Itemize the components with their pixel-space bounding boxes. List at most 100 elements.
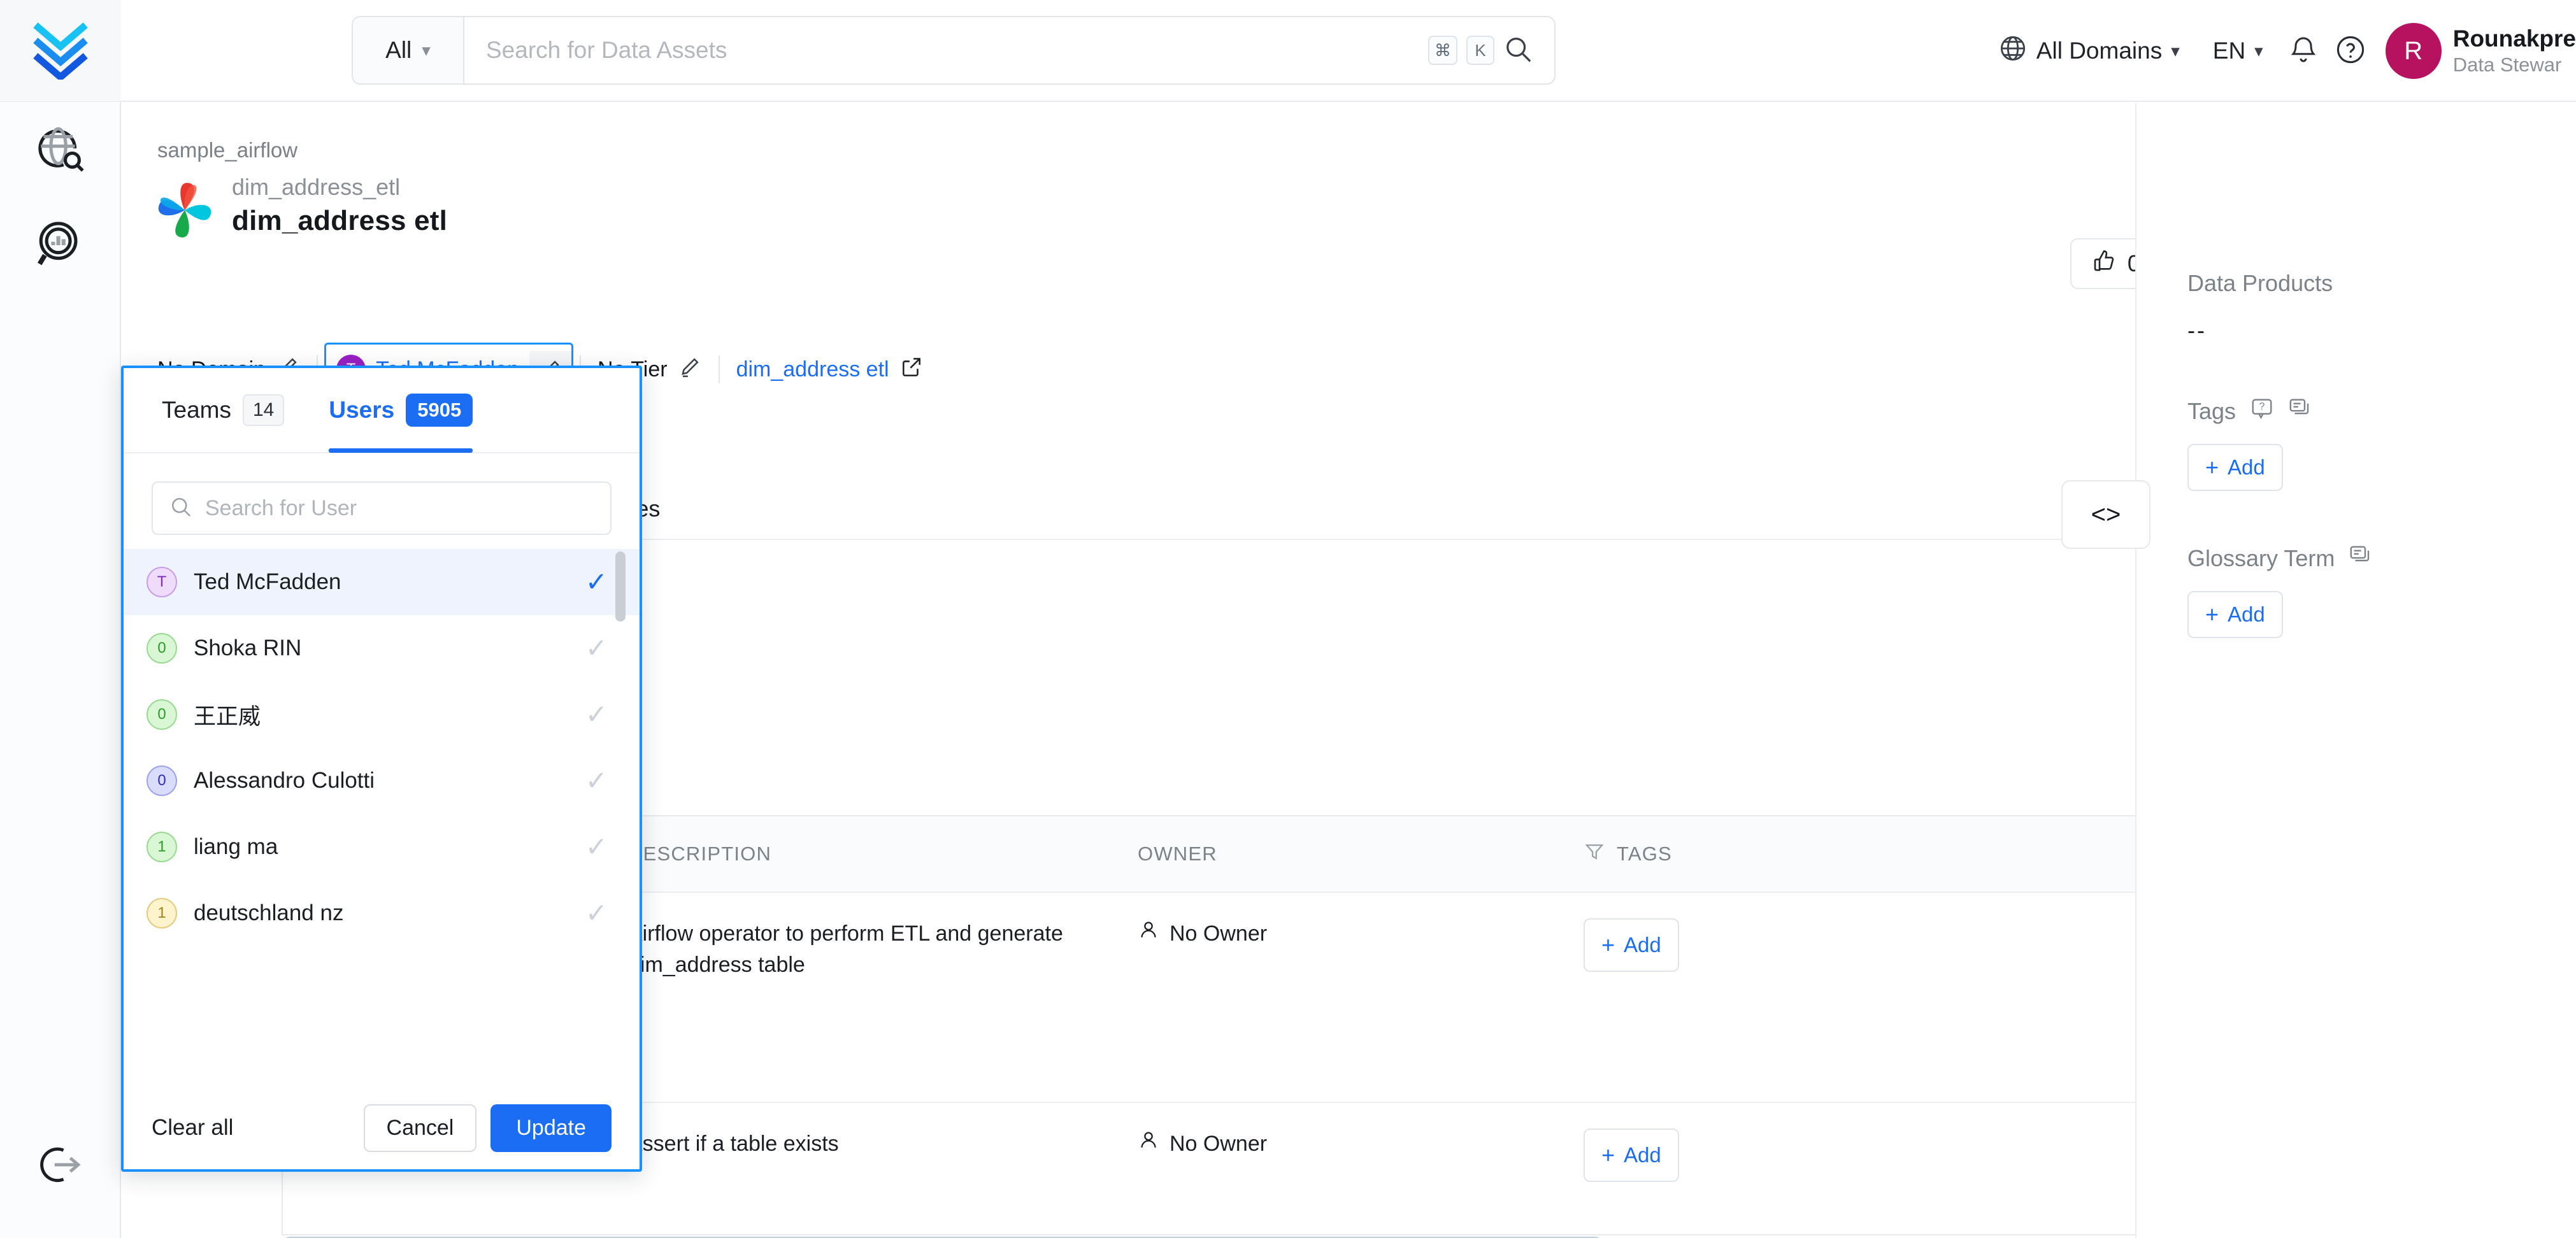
add-tag-button[interactable]: + Add	[1584, 1128, 1679, 1182]
column-header-description: DESCRIPTION	[608, 816, 1117, 892]
tab-users[interactable]: Users 5905	[329, 367, 473, 453]
glossary-header: Glossary Term	[2187, 543, 2576, 573]
edit-tier-icon[interactable]	[678, 355, 702, 385]
kbd-cmd-icon: ⌘	[1428, 36, 1457, 65]
tab-teams-count: 14	[243, 394, 284, 426]
avatar: T	[147, 567, 177, 597]
user-name: Alessandro Culotti	[194, 768, 569, 793]
dropdown-scrollbar[interactable]	[615, 551, 626, 622]
clear-all-button[interactable]: Clear all	[152, 1115, 233, 1141]
right-side-panel: <> Data Products -- Tags ?	[2135, 103, 2576, 1238]
user-name: 王正威	[194, 699, 569, 731]
add-glossary-label: Add	[2228, 602, 2265, 627]
check-icon: ✓	[585, 834, 608, 860]
user-list[interactable]: T Ted McFadden ✓ 0 Shoka RIN ✓ 0 王正威 ✓ 0…	[124, 549, 640, 1086]
user-icon	[1138, 918, 1159, 950]
kbd-k-icon: K	[1466, 36, 1494, 65]
search-field-wrap[interactable]: ⌘ K	[464, 17, 1554, 83]
notifications-button[interactable]	[2280, 27, 2327, 75]
chevron-down-icon: ▾	[422, 41, 431, 60]
user-search-input[interactable]	[205, 496, 594, 521]
avatar: 0	[147, 633, 177, 664]
search-input[interactable]	[486, 37, 1419, 64]
add-tag-button[interactable]: + Add	[2187, 444, 2283, 491]
globe-search-icon	[34, 122, 87, 178]
global-search-bar[interactable]: All ▾ ⌘ K	[352, 16, 1556, 85]
list-item[interactable]: 0 Shoka RIN ✓	[124, 615, 640, 681]
language-selector[interactable]: EN ▾	[2196, 38, 2280, 64]
cancel-button[interactable]: Cancel	[364, 1104, 477, 1152]
add-tag-label: Add	[1624, 1140, 1661, 1170]
external-link-label[interactable]: dim_address etl	[736, 357, 889, 382]
user-name: Ted McFadden	[194, 569, 569, 595]
external-link-icon[interactable]	[899, 355, 924, 385]
check-icon: ✓	[585, 701, 608, 728]
language-label: EN	[2213, 38, 2245, 64]
avatar: 0	[147, 699, 177, 730]
entity-fqn: dim_address_etl	[232, 173, 447, 201]
cell-tags: + Add	[1563, 1103, 1869, 1235]
user-search-box[interactable]	[152, 481, 612, 535]
list-item[interactable]: 0 Alessandro Culotti ✓	[124, 748, 640, 814]
column-header-tags-label: TAGS	[1617, 843, 1672, 865]
help-tooltip-icon[interactable]: ?	[2250, 396, 2274, 426]
insights-search-icon	[34, 218, 87, 273]
breadcrumb[interactable]: sample_airflow	[157, 138, 297, 162]
list-item[interactable]: 1 deutschland nz ✓	[124, 880, 640, 946]
avatar: 1	[147, 898, 177, 928]
cell-owner-label: No Owner	[1170, 1128, 1267, 1160]
user-name: Rounakpre	[2453, 25, 2576, 53]
plus-icon: +	[1601, 928, 1615, 962]
svg-text:?: ?	[2259, 401, 2265, 412]
update-button[interactable]: Update	[490, 1104, 612, 1152]
domain-label: All Domains	[2036, 38, 2162, 64]
globe-icon	[1998, 34, 2028, 69]
tags-section: Tags ? + Add	[2187, 396, 2576, 491]
list-item[interactable]: 0 王正威 ✓	[124, 681, 640, 748]
list-item[interactable]: 1 liang ma ✓	[124, 814, 640, 880]
check-icon: ✓	[585, 635, 608, 662]
chevron-down-icon: ▾	[2171, 41, 2180, 61]
user-name: liang ma	[194, 834, 569, 860]
sidebar-item-insights[interactable]	[0, 197, 121, 293]
list-item[interactable]: T Ted McFadden ✓	[124, 549, 640, 615]
glossary-section: Glossary Term + Add	[2187, 543, 2576, 638]
add-tag-button[interactable]: + Add	[1584, 918, 1679, 972]
sidebar-item-explore[interactable]	[0, 102, 121, 197]
data-products-value: --	[2187, 317, 2576, 344]
add-glossary-term-button[interactable]: + Add	[2187, 591, 2283, 638]
tags-header: Tags ?	[2187, 396, 2576, 426]
tab-teams-label: Teams	[162, 397, 231, 423]
plus-icon: +	[2205, 601, 2219, 628]
help-button[interactable]	[2327, 27, 2374, 75]
comment-icon[interactable]	[2288, 396, 2312, 426]
owner-select-dropdown: Teams 14 Users 5905 T Ted McFadden ✓	[121, 366, 642, 1172]
avatar: 1	[147, 832, 177, 862]
search-scope-dropdown[interactable]: All ▾	[353, 17, 464, 83]
plus-icon: +	[1601, 1139, 1615, 1172]
column-header-tags: TAGS	[1563, 816, 1869, 892]
code-view-button[interactable]: <>	[2061, 480, 2150, 549]
avatar[interactable]: R	[2386, 23, 2442, 79]
chevron-down-icon: ▾	[2254, 41, 2263, 61]
logout-button[interactable]	[0, 1118, 121, 1214]
filter-icon[interactable]	[1584, 841, 1605, 867]
tags-title: Tags	[2187, 398, 2236, 425]
glossary-title: Glossary Term	[2187, 545, 2335, 572]
plus-icon: +	[2205, 454, 2219, 481]
search-scope-label: All	[385, 37, 411, 64]
user-profile[interactable]: Rounakpre Data Stewar	[2453, 25, 2576, 76]
tab-teams[interactable]: Teams 14	[162, 367, 284, 453]
help-circle-icon	[2335, 34, 2366, 69]
search-icon[interactable]	[1503, 34, 1533, 67]
check-icon: ✓	[585, 900, 608, 927]
logout-icon	[37, 1141, 84, 1192]
collate-logo-icon	[33, 21, 88, 80]
app-logo[interactable]	[0, 0, 121, 101]
cell-owner: No Owner	[1117, 1103, 1563, 1235]
comment-icon[interactable]	[2349, 543, 2373, 573]
left-rail	[0, 102, 121, 1238]
domain-selector[interactable]: All Domains ▾	[1982, 34, 2196, 69]
external-link[interactable]: dim_address etl	[720, 355, 940, 385]
top-bar: All ▾ ⌘ K All Domains ▾	[0, 0, 2576, 102]
